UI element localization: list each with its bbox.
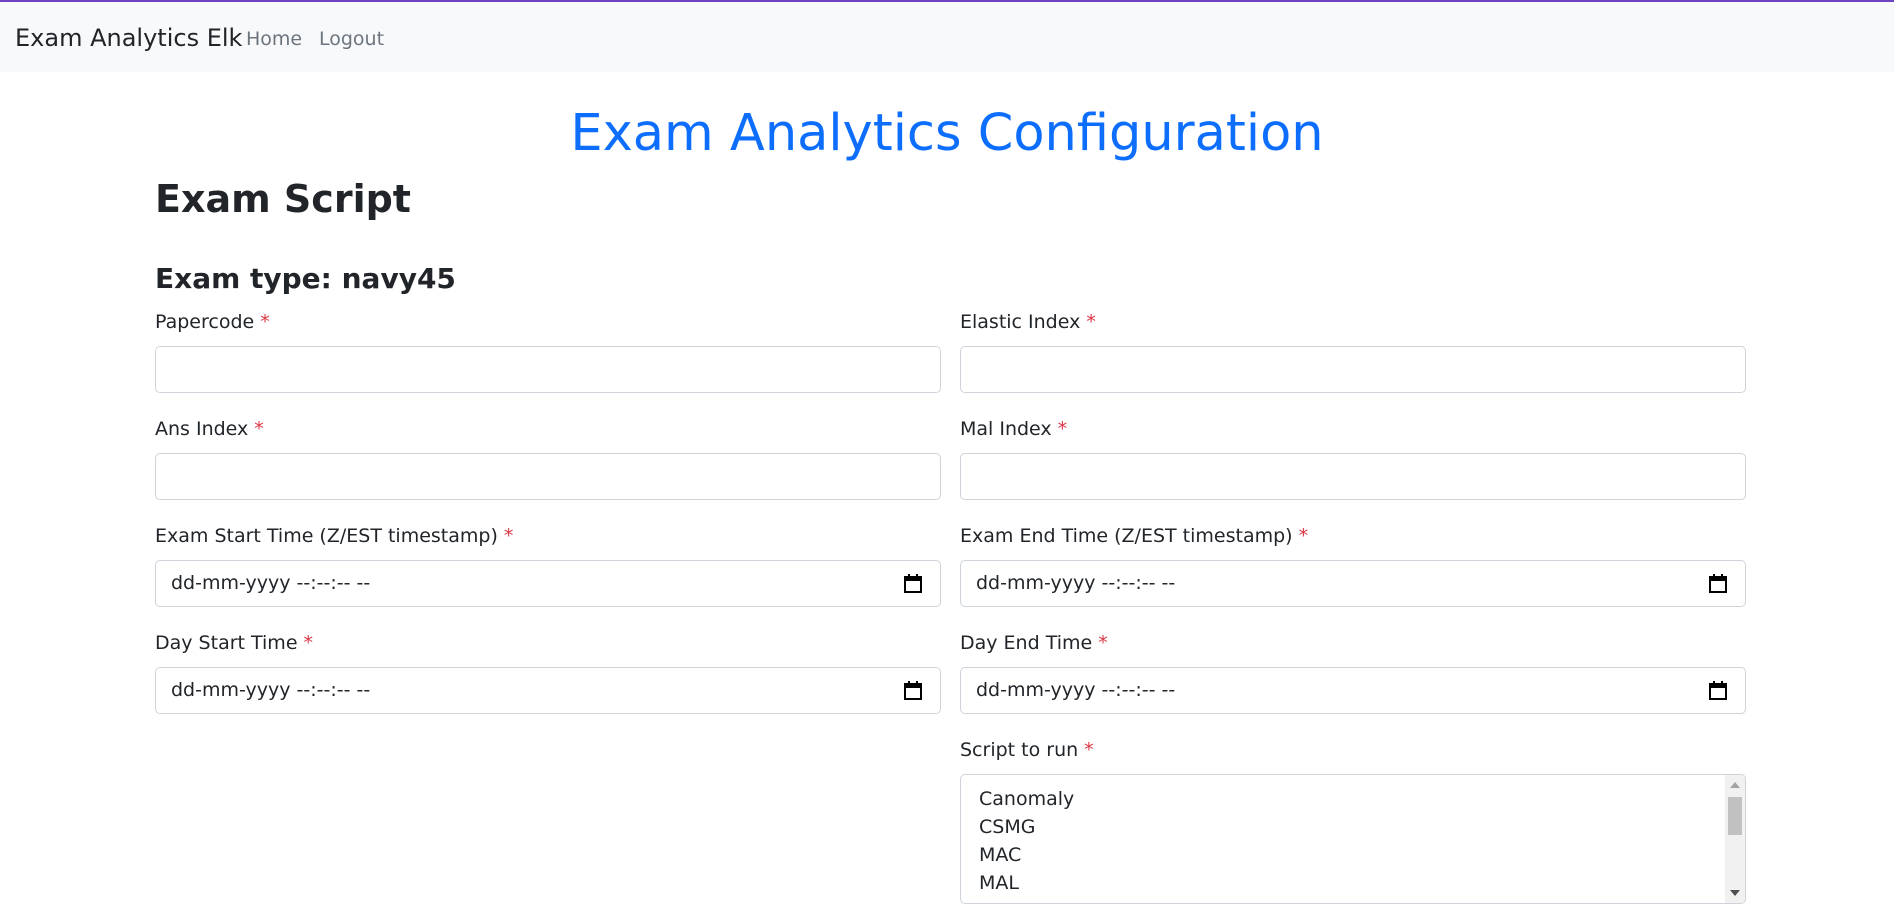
day-start-label: Day Start Time * bbox=[155, 632, 314, 654]
brand-link[interactable]: Exam Analytics Elk bbox=[15, 24, 242, 52]
day-start-datetime-input[interactable]: dd-mm-yyyy --:--:-- -- bbox=[155, 667, 941, 714]
scrollbar-thumb[interactable] bbox=[1728, 797, 1742, 835]
navbar: Exam Analytics Elk Home Logout bbox=[0, 2, 1894, 72]
day-end-datetime-input[interactable]: dd-mm-yyyy --:--:-- -- bbox=[960, 667, 1746, 714]
exam-end-label: Exam End Time (Z/EST timestamp) * bbox=[960, 525, 1309, 547]
papercode-input[interactable] bbox=[155, 346, 941, 393]
datetime-placeholder: dd-mm-yyyy --:--:-- -- bbox=[976, 572, 1176, 594]
elastic-index-label: Elastic Index * bbox=[960, 311, 1096, 333]
page-title: Exam Analytics Configuration bbox=[570, 104, 1324, 163]
script-select[interactable]: Canomaly CSMG MAC MAL bbox=[960, 774, 1746, 904]
section-title: Exam Script bbox=[155, 177, 411, 221]
ans-index-input[interactable] bbox=[155, 453, 941, 500]
required-marker: * bbox=[260, 311, 270, 333]
day-end-label: Day End Time * bbox=[960, 632, 1108, 654]
scroll-up-arrow-icon[interactable] bbox=[1730, 782, 1740, 788]
calendar-icon[interactable] bbox=[904, 681, 922, 700]
calendar-icon[interactable] bbox=[1709, 681, 1727, 700]
required-marker: * bbox=[1098, 632, 1108, 654]
required-marker: * bbox=[254, 418, 264, 440]
required-marker: * bbox=[1086, 311, 1096, 333]
datetime-placeholder: dd-mm-yyyy --:--:-- -- bbox=[976, 679, 1176, 701]
exam-type-heading: Exam type: navy45 bbox=[155, 262, 456, 295]
papercode-label: Papercode * bbox=[155, 311, 270, 333]
script-option[interactable]: CSMG bbox=[979, 815, 1035, 839]
mal-index-label: Mal Index * bbox=[960, 418, 1068, 440]
required-marker: * bbox=[503, 525, 514, 547]
exam-start-label: Exam Start Time (Z/EST timestamp) * bbox=[155, 525, 514, 547]
calendar-icon[interactable] bbox=[904, 574, 922, 593]
nav-logout-link[interactable]: Logout bbox=[319, 28, 384, 50]
ans-index-label: Ans Index * bbox=[155, 418, 264, 440]
required-marker: * bbox=[1084, 739, 1094, 761]
exam-start-datetime-input[interactable]: dd-mm-yyyy --:--:-- -- bbox=[155, 560, 941, 607]
scrollbar[interactable] bbox=[1725, 775, 1745, 903]
calendar-icon[interactable] bbox=[1709, 574, 1727, 593]
datetime-placeholder: dd-mm-yyyy --:--:-- -- bbox=[171, 572, 371, 594]
elastic-index-input[interactable] bbox=[960, 346, 1746, 393]
exam-end-datetime-input[interactable]: dd-mm-yyyy --:--:-- -- bbox=[960, 560, 1746, 607]
datetime-placeholder: dd-mm-yyyy --:--:-- -- bbox=[171, 679, 371, 701]
scroll-down-arrow-icon[interactable] bbox=[1730, 890, 1740, 896]
required-marker: * bbox=[1298, 525, 1309, 547]
script-option[interactable]: Canomaly bbox=[979, 787, 1074, 811]
script-option[interactable]: MAL bbox=[979, 871, 1019, 895]
script-option[interactable]: MAC bbox=[979, 843, 1021, 867]
mal-index-input[interactable] bbox=[960, 453, 1746, 500]
nav-home-link[interactable]: Home bbox=[246, 28, 302, 50]
required-marker: * bbox=[303, 632, 314, 654]
script-label: Script to run * bbox=[960, 739, 1094, 761]
required-marker: * bbox=[1057, 418, 1068, 440]
